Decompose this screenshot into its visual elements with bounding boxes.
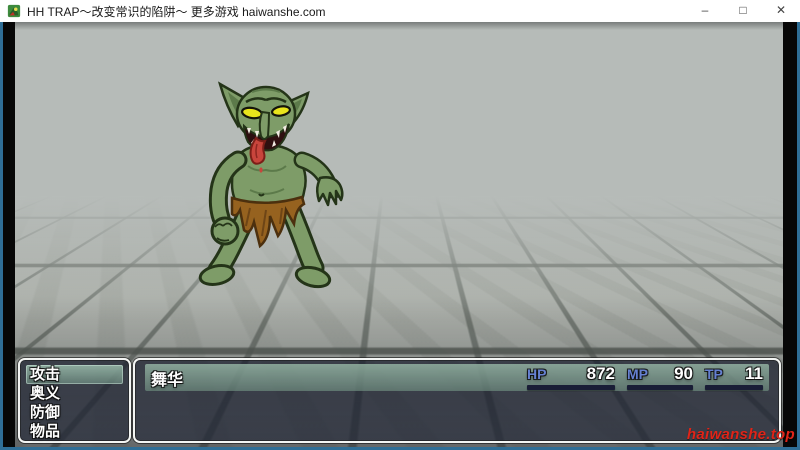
command-attack[interactable]: 攻击: [26, 365, 123, 384]
watermark-text: haiwanshe.top: [687, 426, 795, 443]
minimize-button[interactable]: –: [686, 0, 724, 22]
top-shading: [15, 22, 783, 30]
app-window: HH TRAP～改变常识的陷阱～ 更多游戏 haiwanshe.com – □ …: [0, 0, 800, 450]
command-guard[interactable]: 防御: [26, 403, 123, 422]
game-client-area: 攻击 奥义 防御 物品 舞华 HP 872 MP: [3, 22, 797, 447]
tp-value: 11: [745, 364, 763, 384]
hp-gauge: HP 872: [527, 364, 615, 391]
hp-gauge-bar: [527, 385, 615, 390]
command-item[interactable]: 物品: [26, 422, 123, 441]
tp-gauge: TP 11: [705, 364, 763, 391]
app-icon: [7, 4, 21, 18]
maximize-button[interactable]: □: [724, 0, 762, 22]
close-button[interactable]: ✕: [762, 0, 800, 22]
actor-status-row: 舞华 HP 872 MP 90 TP: [145, 364, 769, 391]
mp-label: MP: [627, 366, 648, 382]
mp-gauge: MP 90: [627, 364, 693, 391]
actor-name: 舞华: [151, 366, 183, 390]
hp-value: 872: [587, 364, 615, 384]
tp-label: TP: [705, 366, 723, 382]
battle-status-window: 舞华 HP 872 MP 90 TP: [133, 358, 781, 443]
command-special[interactable]: 奥义: [26, 384, 123, 403]
battle-scene: 攻击 奥义 防御 物品 舞华 HP 872 MP: [15, 22, 783, 447]
tp-gauge-bar: [705, 385, 763, 390]
actor-gauges: HP 872 MP 90 TP 11: [527, 364, 763, 391]
battle-command-window: 攻击 奥义 防御 物品: [18, 358, 131, 443]
goblin-enemy-sprite[interactable]: [190, 58, 350, 298]
window-controls: – □ ✕: [686, 0, 800, 22]
mp-gauge-bar: [627, 385, 693, 390]
hp-label: HP: [527, 366, 546, 382]
fog-background: [15, 22, 783, 322]
mp-value: 90: [674, 364, 693, 384]
titlebar: HH TRAP～改变常识的陷阱～ 更多游戏 haiwanshe.com – □ …: [0, 0, 800, 22]
window-title: HH TRAP～改变常识的陷阱～ 更多游戏 haiwanshe.com: [27, 3, 326, 20]
